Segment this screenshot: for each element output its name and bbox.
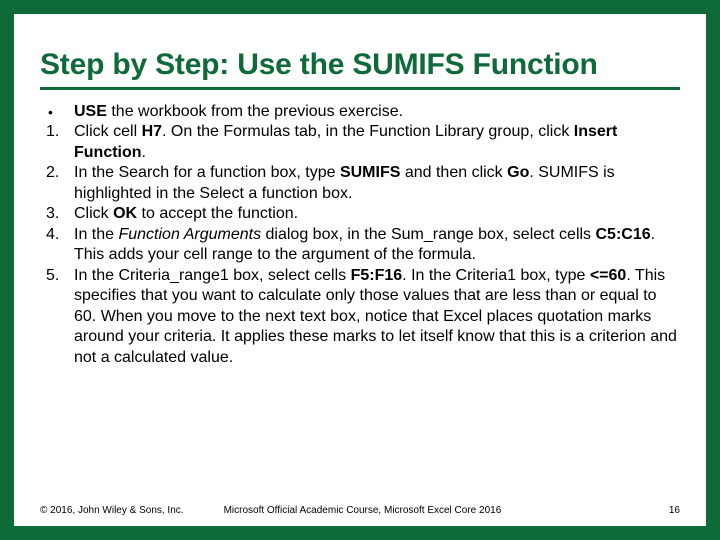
list-item: 4. In the Function Arguments dialog box,…: [40, 225, 680, 266]
footer: © 2016, John Wiley & Sons, Inc. Microsof…: [40, 505, 680, 516]
list-item: 5. In the Criteria_range1 box, select ce…: [40, 266, 680, 368]
slide-title: Step by Step: Use the SUMIFS Function: [40, 48, 680, 90]
list-marker: 1.: [40, 122, 74, 142]
list-item: 2. In the Search for a function box, typ…: [40, 163, 680, 204]
list-item: 1. Click cell H7. On the Formulas tab, i…: [40, 122, 680, 163]
footer-copyright: © 2016, John Wiley & Sons, Inc.: [40, 505, 224, 516]
footer-course: Microsoft Official Academic Course, Micr…: [224, 505, 669, 516]
list-item-text: In the Criteria_range1 box, select cells…: [74, 266, 680, 368]
page-number: 16: [669, 505, 680, 516]
list-marker: 5.: [40, 266, 74, 286]
list-item-text: USE the workbook from the previous exerc…: [74, 102, 680, 122]
list-item-text: In the Function Arguments dialog box, in…: [74, 225, 680, 266]
slide: Step by Step: Use the SUMIFS Function • …: [0, 0, 720, 540]
list-marker: •: [40, 102, 74, 122]
list-item: • USE the workbook from the previous exe…: [40, 102, 680, 122]
list-marker: 3.: [40, 204, 74, 224]
list-item-text: In the Search for a function box, type S…: [74, 163, 680, 204]
list-marker: 2.: [40, 163, 74, 183]
list-item-text: Click cell H7. On the Formulas tab, in t…: [74, 122, 680, 163]
step-list: • USE the workbook from the previous exe…: [40, 102, 680, 368]
list-marker: 4.: [40, 225, 74, 245]
list-item-text: Click OK to accept the function.: [74, 204, 680, 224]
list-item: 3. Click OK to accept the function.: [40, 204, 680, 224]
content-area: • USE the workbook from the previous exe…: [40, 102, 680, 368]
